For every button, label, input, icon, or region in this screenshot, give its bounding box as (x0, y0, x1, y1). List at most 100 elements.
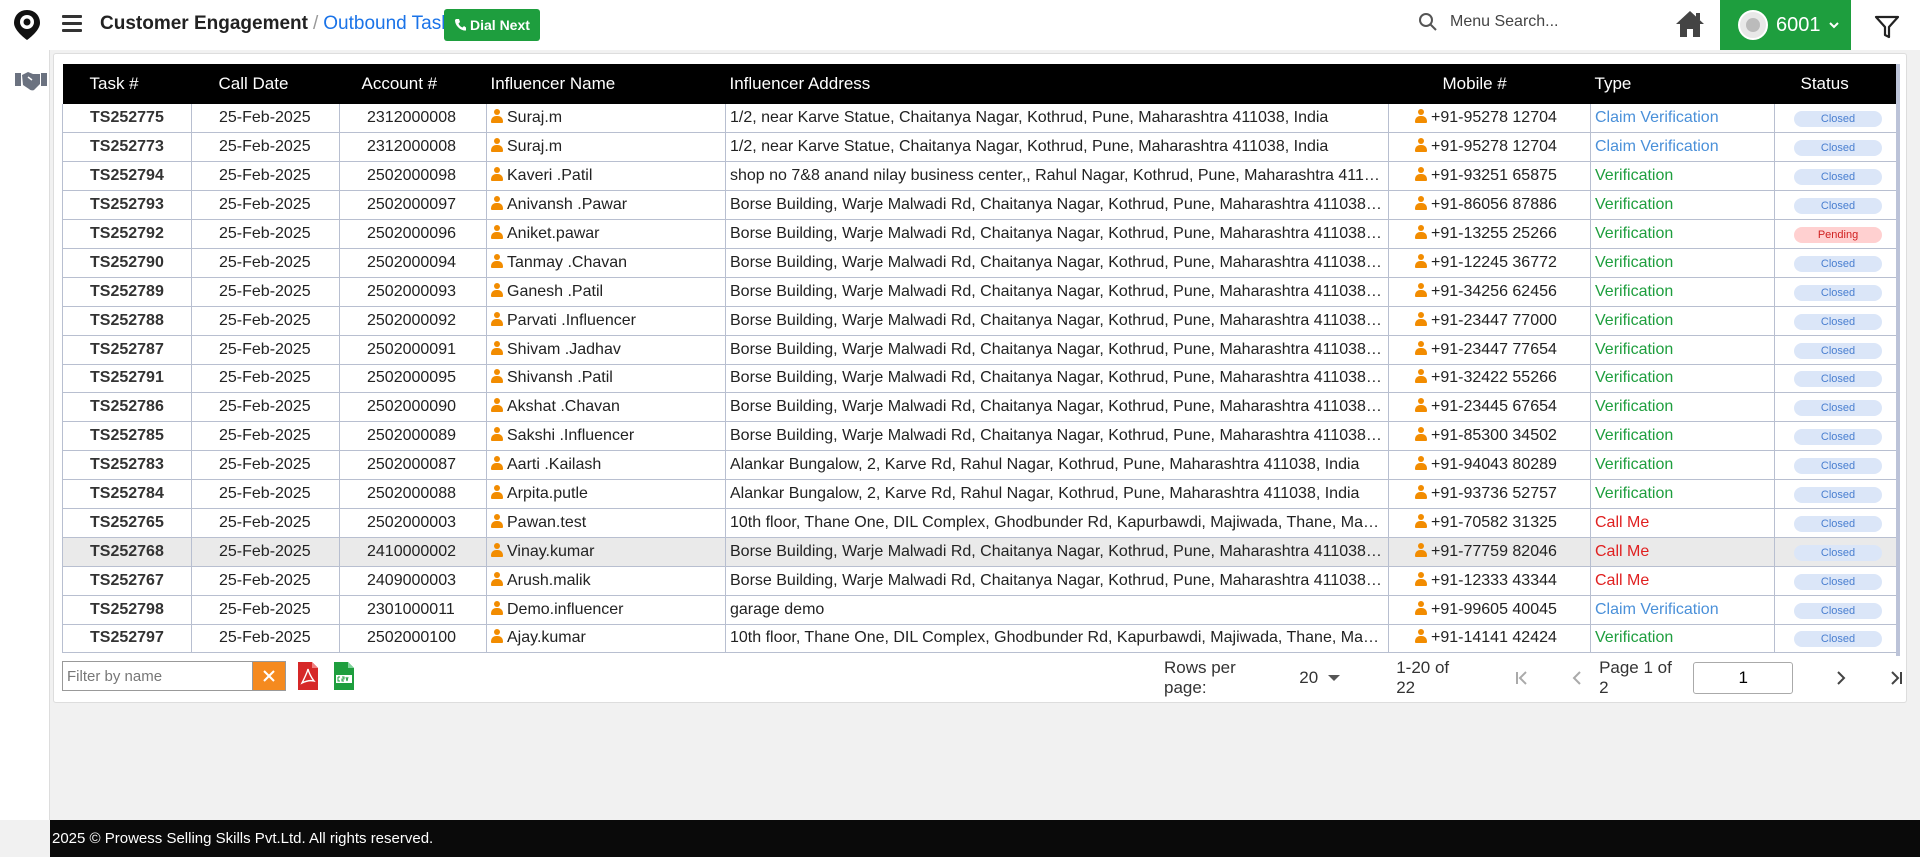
mobile-number[interactable]: +91-95278 12704 (1431, 109, 1557, 126)
account-number: 2502000090 (339, 392, 487, 423)
table-row[interactable]: TS252783 25-Feb-2025 2502000087 Aarti .Kail… (62, 450, 1896, 481)
status-cell: Closed (1774, 450, 1896, 481)
filter-by-name-input[interactable] (62, 661, 252, 691)
table-row[interactable]: TS252768 25-Feb-2025 2410000002 Vinay.kumar… (62, 537, 1896, 567)
table-row[interactable]: TS252765 25-Feb-2025 2502000003 Pawan.test 1… (62, 508, 1896, 538)
task-number[interactable]: TS252783 (62, 450, 192, 481)
mobile-number[interactable]: +91-12333 43344 (1431, 572, 1557, 589)
table-row[interactable]: TS252787 25-Feb-2025 2502000091 Shivam .Jad… (62, 335, 1896, 365)
mobile-number[interactable]: +91-13255 25266 (1431, 225, 1557, 242)
table-row[interactable]: TS252773 25-Feb-2025 2312000008 Suraj.m 1/2,… (62, 132, 1896, 163)
task-number[interactable]: TS252784 (62, 479, 192, 509)
mobile-number[interactable]: +91-94043 80289 (1431, 456, 1557, 473)
column-header-mobile[interactable]: Mobile # (1388, 64, 1591, 104)
column-header-influencer-name[interactable]: Influencer Name (486, 64, 726, 104)
first-page-button[interactable] (1512, 668, 1531, 688)
mobile-number[interactable]: +91-23447 77654 (1431, 341, 1557, 358)
table-row[interactable]: TS252786 25-Feb-2025 2502000090 Akshat .Cha… (62, 392, 1896, 423)
column-header-status[interactable]: Status (1774, 64, 1896, 104)
mobile-number[interactable]: +91-23445 67654 (1431, 398, 1557, 415)
mobile-number[interactable]: +91-23447 77000 (1431, 312, 1557, 329)
previous-page-button[interactable] (1568, 668, 1587, 688)
task-number[interactable]: TS252797 (62, 624, 192, 654)
task-number[interactable]: TS252765 (62, 508, 192, 538)
mobile-number[interactable]: +91-86056 87886 (1431, 196, 1557, 213)
home-icon[interactable] (1674, 9, 1706, 39)
mobile-number[interactable]: +91-85300 34502 (1431, 427, 1557, 444)
table-row[interactable]: TS252767 25-Feb-2025 2409000003 Arush.malik… (62, 566, 1896, 596)
task-number[interactable]: TS252787 (62, 335, 192, 365)
table-row[interactable]: TS252785 25-Feb-2025 2502000089 Sakshi .Inf… (62, 421, 1896, 452)
account-number: 2301000011 (339, 595, 487, 625)
logo-icon[interactable] (12, 9, 42, 41)
person-icon (1415, 629, 1427, 644)
task-number[interactable]: TS252788 (62, 306, 192, 336)
task-type: Verification (1590, 248, 1775, 278)
table-row[interactable]: TS252798 25-Feb-2025 2301000011 Demo.influe… (62, 595, 1896, 625)
task-number[interactable]: TS252791 (62, 364, 192, 394)
table-row[interactable]: TS252791 25-Feb-2025 2502000095 Shivansh .P… (62, 364, 1896, 394)
task-number[interactable]: TS252794 (62, 161, 192, 192)
user-menu[interactable]: 6001 (1720, 0, 1851, 50)
table-row[interactable]: TS252789 25-Feb-2025 2502000093 Ganesh .Pat… (62, 277, 1896, 307)
column-header-influencer-address[interactable]: Influencer Address (725, 64, 1389, 104)
task-number[interactable]: TS252767 (62, 566, 192, 596)
mobile-number[interactable]: +91-12245 36772 (1431, 254, 1557, 271)
breadcrumb-current[interactable]: Outbound Task (323, 13, 450, 34)
influencer-name-cell: Akshat .Chavan (486, 392, 726, 423)
task-number[interactable]: TS252793 (62, 190, 192, 221)
table-row[interactable]: TS252797 25-Feb-2025 2502000100 Ajay.kumar 1… (62, 624, 1896, 654)
last-page-button[interactable] (1887, 668, 1906, 688)
table-row[interactable]: TS252775 25-Feb-2025 2312000008 Suraj.m 1/2,… (62, 104, 1896, 134)
mobile-number[interactable]: +91-95278 12704 (1431, 138, 1557, 155)
table-row[interactable]: TS252784 25-Feb-2025 2502000088 Arpita.putl… (62, 479, 1896, 509)
menu-search-input[interactable] (1450, 13, 1600, 31)
task-number[interactable]: TS252775 (62, 104, 192, 134)
caret-down-icon (1328, 675, 1341, 681)
task-number[interactable]: TS252789 (62, 277, 192, 307)
call-date: 25-Feb-2025 (191, 190, 340, 221)
mobile-number[interactable]: +91-32422 55266 (1431, 369, 1557, 386)
dial-next-button[interactable]: Dial Next (444, 9, 540, 41)
mobile-cell: +91-95278 12704 (1388, 104, 1591, 134)
table-row[interactable]: TS252794 25-Feb-2025 2502000098 Kaveri .Pat… (62, 161, 1896, 192)
page-number-input[interactable] (1693, 662, 1794, 694)
task-number[interactable]: TS252798 (62, 595, 192, 625)
account-number: 2502000096 (339, 219, 487, 249)
clear-filter-button[interactable] (252, 661, 286, 691)
status-badge: Closed (1794, 111, 1882, 128)
influencer-address: Borse Building, Warje Malwadi Rd, Chaita… (725, 537, 1389, 567)
column-header-account[interactable]: Account # (339, 64, 487, 104)
filter-icon[interactable] (1874, 14, 1900, 40)
task-number[interactable]: TS252785 (62, 421, 192, 452)
column-header-task[interactable]: Task # (62, 64, 192, 104)
influencer-address: Borse Building, Warje Malwadi Rd, Chaita… (725, 190, 1389, 221)
table-row[interactable]: TS252788 25-Feb-2025 2502000092 Parvati .In… (62, 306, 1896, 336)
rows-per-page-select[interactable]: 20 (1299, 668, 1341, 688)
mobile-number[interactable]: +91-34256 62456 (1431, 283, 1557, 300)
table-row[interactable]: TS252790 25-Feb-2025 2502000094 Tanmay .Cha… (62, 248, 1896, 278)
task-number[interactable]: TS252768 (62, 537, 192, 567)
mobile-number[interactable]: +91-99605 40045 (1431, 601, 1557, 618)
mobile-number[interactable]: +91-93251 65875 (1431, 167, 1557, 184)
task-number[interactable]: TS252792 (62, 219, 192, 249)
mobile-number[interactable]: +91-77759 82046 (1431, 543, 1557, 560)
table-row[interactable]: TS252793 25-Feb-2025 2502000097 Anivansh .P… (62, 190, 1896, 221)
mobile-number[interactable]: +91-93736 52757 (1431, 485, 1557, 502)
column-header-type[interactable]: Type (1590, 64, 1775, 104)
status-cell: Pending (1774, 219, 1896, 249)
handshake-icon[interactable] (14, 68, 48, 94)
task-number[interactable]: TS252790 (62, 248, 192, 278)
menu-icon[interactable] (62, 15, 82, 33)
dial-next-label: Dial Next (470, 17, 530, 33)
task-table-container[interactable]: Task # Call Date Account # Influencer Na… (62, 64, 1900, 656)
next-page-button[interactable] (1831, 668, 1850, 688)
task-number[interactable]: TS252773 (62, 132, 192, 163)
pdf-export-icon[interactable] (296, 661, 320, 691)
mobile-number[interactable]: +91-14141 42424 (1431, 629, 1557, 646)
csv-export-icon[interactable] (332, 661, 356, 691)
task-number[interactable]: TS252786 (62, 392, 192, 423)
column-header-call-date[interactable]: Call Date (191, 64, 340, 104)
mobile-number[interactable]: +91-70582 31325 (1431, 514, 1557, 531)
table-row[interactable]: TS252792 25-Feb-2025 2502000096 Aniket.pawa… (62, 219, 1896, 249)
